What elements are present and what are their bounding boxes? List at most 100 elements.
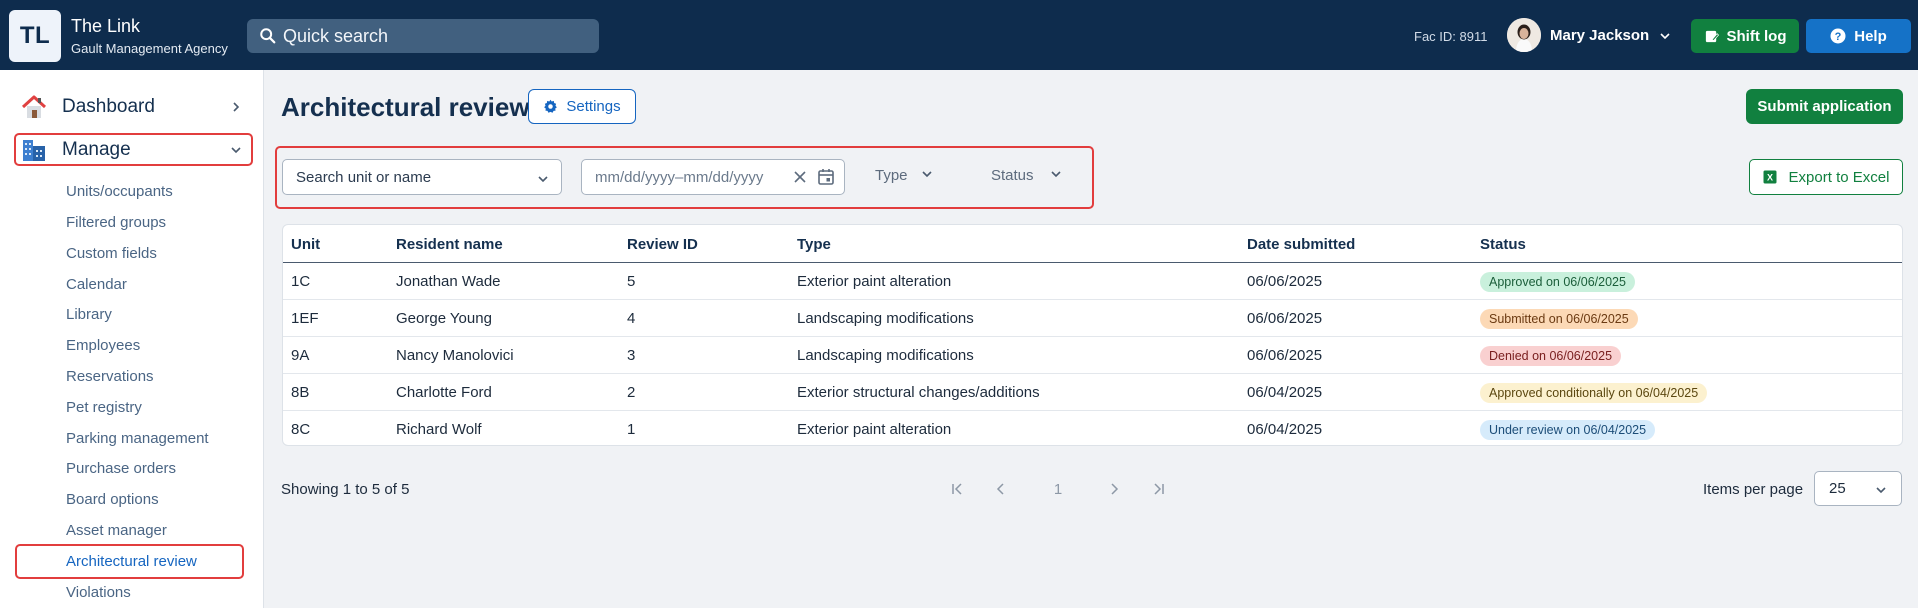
cell-type: Exterior paint alteration — [797, 421, 952, 438]
chevron-down-icon[interactable] — [1050, 168, 1062, 180]
cell-review-id: 1 — [627, 421, 636, 438]
status-filter[interactable]: Status — [991, 167, 1034, 184]
sidebar-item-parking-management[interactable]: Parking management — [66, 430, 209, 447]
column-header-type[interactable]: Type — [797, 225, 831, 263]
unit-search-placeholder: Search unit or name — [296, 168, 432, 186]
app-logo[interactable]: TL — [9, 10, 61, 62]
unit-search-select[interactable]: Search unit or name — [282, 159, 562, 195]
export-excel-button[interactable]: X Export to Excel — [1749, 159, 1903, 195]
table-header-row: Unit Resident name Review ID Type Date s… — [283, 225, 1902, 263]
page-title: Architectural review — [281, 92, 530, 122]
items-per-page-select[interactable]: 25 — [1814, 471, 1902, 506]
clear-icon[interactable] — [792, 169, 808, 185]
sidebar-item-filtered-groups[interactable]: Filtered groups — [66, 214, 166, 231]
brand: The Link Gault Management Agency — [71, 16, 228, 58]
column-header-review-id[interactable]: Review ID — [627, 225, 698, 263]
export-label: Export to Excel — [1788, 168, 1890, 186]
sidebar-item-pet-registry[interactable]: Pet registry — [66, 399, 142, 416]
cell-date-submitted: 06/06/2025 — [1247, 347, 1323, 364]
cell-status: Approved on 06/06/2025 — [1480, 263, 1635, 300]
items-per-page-value: 25 — [1829, 480, 1846, 497]
column-header-date-submitted[interactable]: Date submitted — [1247, 225, 1355, 263]
help-icon: ? — [1830, 28, 1846, 44]
previous-page-icon[interactable] — [991, 480, 1011, 498]
top-bar: TL The Link Gault Management Agency Fac … — [0, 0, 1918, 70]
cell-status: Under review on 06/04/2025 — [1480, 411, 1656, 445]
chevron-down-icon[interactable] — [1659, 30, 1671, 42]
current-page[interactable]: 1 — [1048, 480, 1068, 498]
calendar-icon[interactable] — [817, 168, 835, 186]
cell-unit: 1EF — [291, 310, 319, 327]
cell-unit: 1C — [291, 273, 311, 290]
status-badge: Approved on 06/06/2025 — [1480, 271, 1635, 292]
settings-label: Settings — [566, 98, 621, 115]
submit-application-button[interactable]: Submit application — [1746, 89, 1903, 124]
cell-unit: 8B — [291, 384, 310, 401]
cell-resident-name: Charlotte Ford — [396, 384, 492, 401]
cell-unit: 9A — [291, 347, 310, 364]
column-header-status[interactable]: Status — [1480, 225, 1526, 263]
user-name[interactable]: Mary Jackson — [1550, 27, 1649, 44]
status-badge: Approved conditionally on 06/04/2025 — [1480, 382, 1708, 403]
table-row[interactable]: 9A Nancy Manolovici 3 Landscaping modifi… — [283, 337, 1902, 374]
sidebar-item-calendar[interactable]: Calendar — [66, 276, 127, 293]
date-range-input[interactable]: mm/dd/yyyy–mm/dd/yyyy — [581, 159, 845, 195]
sidebar-item-asset-manager[interactable]: Asset manager — [66, 522, 167, 539]
chevron-down-icon — [1876, 487, 1886, 494]
column-header-unit[interactable]: Unit — [291, 225, 320, 263]
table-row[interactable]: 8C Richard Wolf 1 Exterior paint alterat… — [283, 411, 1902, 445]
help-label: Help — [1854, 27, 1887, 45]
home-icon — [21, 95, 47, 118]
sidebar-item-employees[interactable]: Employees — [66, 337, 140, 354]
facility-id: Fac ID: 8911 — [1414, 29, 1488, 44]
agency-name: Gault Management Agency — [71, 41, 228, 56]
table-row[interactable]: 1C Jonathan Wade 5 Exterior paint altera… — [283, 263, 1902, 300]
showing-count: Showing 1 to 5 of 5 — [281, 481, 410, 498]
sidebar-item-units-occupants[interactable]: Units/occupants — [66, 183, 173, 200]
building-icon — [23, 140, 45, 161]
cell-resident-name: George Young — [396, 310, 492, 327]
status-badge: Denied on 06/06/2025 — [1480, 345, 1622, 366]
cell-resident-name: Nancy Manolovici — [396, 347, 514, 364]
cell-review-id: 5 — [627, 273, 636, 290]
next-page-icon[interactable] — [1104, 480, 1124, 498]
status-badge: Submitted on 06/06/2025 — [1480, 308, 1638, 329]
sidebar-item-architectural-review[interactable]: Architectural review — [66, 553, 197, 570]
dashboard-label: Dashboard — [62, 96, 155, 117]
status-badge: Under review on 06/04/2025 — [1480, 419, 1656, 440]
cell-review-id: 3 — [627, 347, 636, 364]
sidebar-item-reservations[interactable]: Reservations — [66, 368, 154, 385]
cell-status: Denied on 06/06/2025 — [1480, 337, 1622, 374]
date-range-placeholder: mm/dd/yyyy–mm/dd/yyyy — [595, 168, 764, 186]
excel-icon: X — [1763, 170, 1777, 184]
gear-icon — [544, 99, 558, 113]
sidebar: Dashboard Manage Units/occupants Filtere… — [0, 70, 264, 608]
cell-type: Landscaping modifications — [797, 310, 974, 327]
svg-text:X: X — [1767, 173, 1773, 183]
shift-log-button[interactable]: Shift log — [1691, 19, 1799, 53]
sidebar-item-custom-fields[interactable]: Custom fields — [66, 245, 157, 262]
settings-button[interactable]: Settings — [528, 89, 636, 124]
search-icon — [260, 28, 276, 44]
sidebar-item-dashboard[interactable]: Dashboard — [20, 91, 250, 123]
help-button[interactable]: ? Help — [1806, 19, 1911, 53]
last-page-icon[interactable] — [1148, 480, 1168, 498]
sidebar-item-manage[interactable]: Manage — [20, 134, 250, 166]
sidebar-item-violations[interactable]: Violations — [66, 584, 131, 601]
cell-review-id: 2 — [627, 384, 636, 401]
quick-search-input[interactable] — [283, 25, 583, 47]
chevron-down-icon[interactable] — [921, 168, 933, 180]
type-filter[interactable]: Type — [875, 167, 908, 184]
sidebar-item-purchase-orders[interactable]: Purchase orders — [66, 460, 176, 477]
table-row[interactable]: 8B Charlotte Ford 2 Exterior structural … — [283, 374, 1902, 411]
sidebar-item-board-options[interactable]: Board options — [66, 491, 159, 508]
column-header-resident-name[interactable]: Resident name — [396, 225, 503, 263]
first-page-icon[interactable] — [948, 480, 968, 498]
table-row[interactable]: 1EF George Young 4 Landscaping modificat… — [283, 300, 1902, 337]
cell-date-submitted: 06/04/2025 — [1247, 384, 1323, 401]
user-avatar[interactable] — [1507, 18, 1541, 52]
quick-search[interactable] — [247, 19, 599, 53]
sidebar-item-library[interactable]: Library — [66, 306, 112, 323]
shift-log-label: Shift log — [1726, 27, 1787, 45]
cell-type: Landscaping modifications — [797, 347, 974, 364]
